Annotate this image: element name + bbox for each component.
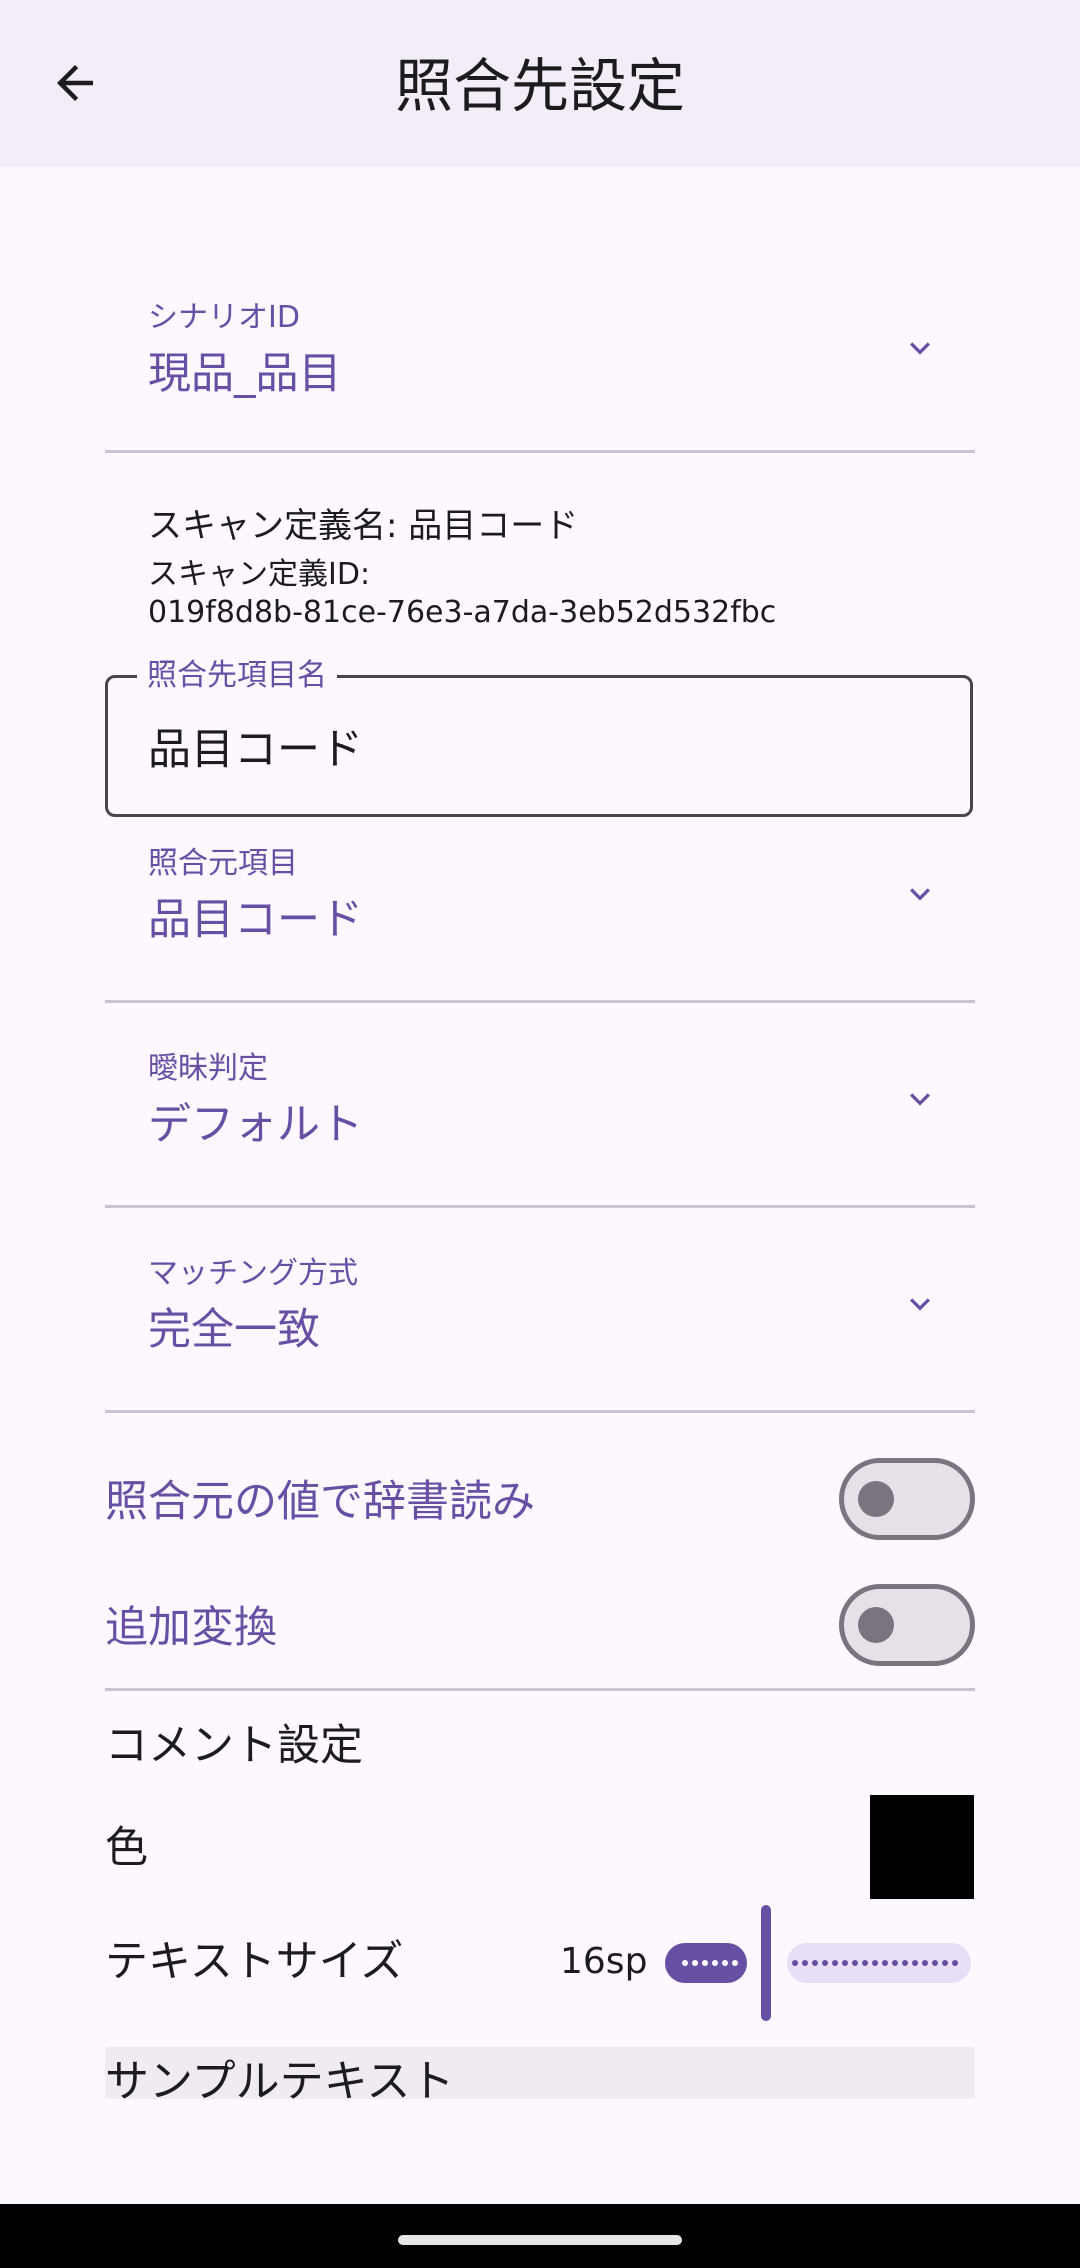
- comment-settings-title: コメント設定: [105, 1721, 363, 1771]
- source-item-label: 照合元項目: [148, 846, 298, 881]
- sample-text-preview: サンプルテキスト: [105, 2047, 975, 2099]
- text-size-slider[interactable]: [663, 1905, 973, 2021]
- chevron-down-icon: [910, 342, 930, 355]
- additional-conversion-label: 追加変換: [105, 1603, 277, 1653]
- text-size-value: 16sp: [560, 1941, 648, 1982]
- top-app-bar: 照合先設定: [0, 0, 1080, 167]
- page-title: 照合先設定: [394, 52, 685, 120]
- scan-definition-id-label: スキャン定義ID:: [148, 557, 371, 592]
- target-item-name-label: 照合先項目名: [137, 656, 337, 696]
- chevron-down-icon: [910, 1298, 930, 1311]
- system-navigation-bar: [0, 2204, 1080, 2268]
- source-item-dropdown[interactable]: 照合元項目 品目コード: [105, 796, 975, 1003]
- chevron-down-icon: [910, 1093, 930, 1106]
- fuzzy-judgement-dropdown[interactable]: 曖昧判定 デフォルト: [105, 1001, 975, 1208]
- slider-track: [665, 1905, 971, 2021]
- scenario-id-dropdown[interactable]: シナリオID 現品_品目: [105, 246, 975, 453]
- additional-conversion-switch[interactable]: [839, 1584, 975, 1666]
- home-gesture-handle[interactable]: [398, 2235, 682, 2245]
- chevron-down-icon: [910, 888, 930, 901]
- matching-method-value: 完全一致: [148, 1305, 320, 1355]
- matching-method-dropdown[interactable]: マッチング方式 完全一致: [105, 1206, 975, 1413]
- text-size-label: テキストサイズ: [105, 1937, 404, 1987]
- switch-knob: [858, 1481, 894, 1517]
- color-label: 色: [105, 1823, 148, 1873]
- scan-definition-id-value: 019f8d8b-81ce-76e3-a7da-3eb52d532fbc: [148, 595, 777, 630]
- target-item-name-value[interactable]: 品目コード: [148, 722, 363, 778]
- scan-definition-name: スキャン定義名: 品目コード: [148, 506, 579, 546]
- scenario-id-label: シナリオID: [148, 300, 300, 335]
- switch-knob: [858, 1607, 894, 1643]
- sample-text: サンプルテキスト: [105, 2056, 455, 2099]
- section-divider: [105, 1688, 975, 1691]
- fuzzy-judgement-label: 曖昧判定: [148, 1051, 268, 1086]
- dictionary-read-row[interactable]: 照合元の値で辞書読み: [105, 1458, 975, 1548]
- color-swatch-button[interactable]: [870, 1795, 974, 1899]
- fuzzy-judgement-value: デフォルト: [148, 1100, 363, 1150]
- additional-conversion-row[interactable]: 追加変換: [105, 1584, 975, 1674]
- matching-method-label: マッチング方式: [148, 1256, 358, 1291]
- source-item-value: 品目コード: [148, 895, 363, 945]
- dictionary-read-switch[interactable]: [839, 1458, 975, 1540]
- dictionary-read-label: 照合元の値で辞書読み: [105, 1477, 535, 1527]
- scenario-id-value: 現品_品目: [148, 349, 342, 399]
